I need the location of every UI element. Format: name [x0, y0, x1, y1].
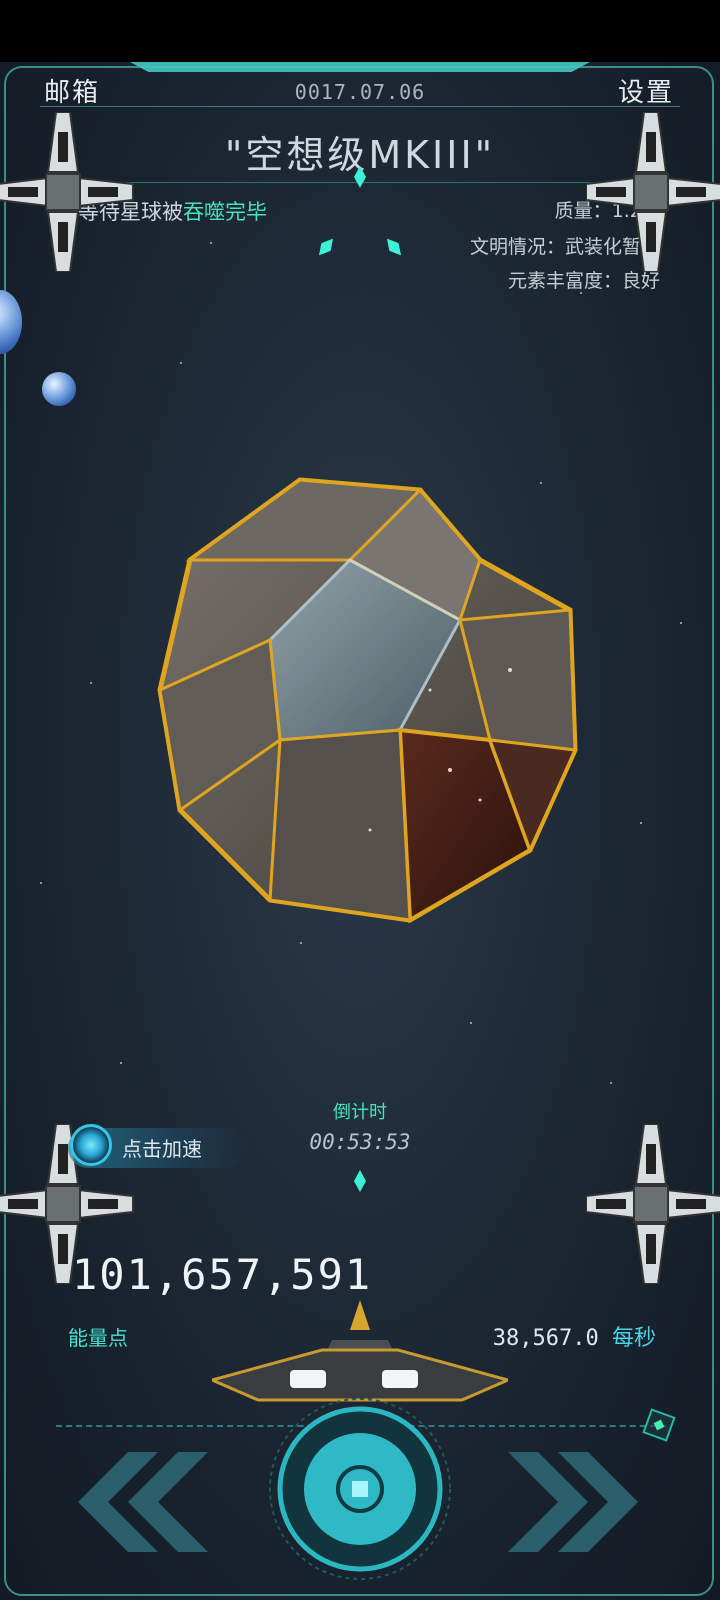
main-action-button[interactable] [268, 1397, 452, 1581]
countdown-timer: 00:53:53 [309, 1130, 411, 1154]
armored-planet-object[interactable] [150, 470, 590, 930]
previous-arrow-button[interactable] [68, 1452, 208, 1552]
energy-total: 101,657,591 [72, 1250, 373, 1299]
drone-top-right-icon [586, 112, 720, 272]
status-bar [0, 0, 720, 62]
game-screen: 邮箱 设置 0017.07.06 "空想级MKIII" 等待星球被吞噬完毕 质量… [0, 0, 720, 1600]
energy-rate: 38,567.0 每秒 [493, 1320, 656, 1352]
countdown-label: 倒计时 [333, 1102, 387, 1123]
hud-frame-top-accent [130, 62, 590, 72]
next-arrow-button[interactable] [508, 1452, 648, 1552]
energy-label: 能量点 [68, 1326, 128, 1350]
distant-planet-small [42, 372, 76, 406]
energy-rate-unit: 每秒 [611, 1326, 656, 1351]
status-highlight: 吞噬完毕 [183, 200, 267, 224]
player-ship-icon [212, 1300, 508, 1402]
drone-top-left-icon [0, 112, 134, 272]
energy-rate-value: 38,567.0 [492, 1326, 599, 1351]
header-divider [40, 106, 680, 107]
game-date: 0017.07.06 [294, 80, 426, 104]
